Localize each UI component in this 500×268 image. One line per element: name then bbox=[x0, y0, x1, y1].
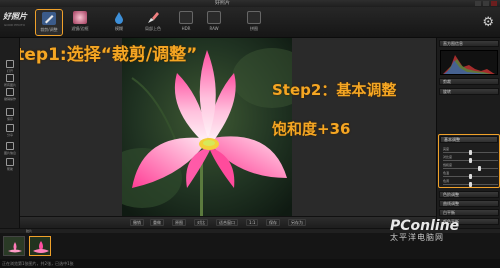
original-button[interactable]: 原图 bbox=[172, 219, 186, 226]
sidebar-item-label: 分享 bbox=[6, 133, 13, 137]
collage-icon bbox=[247, 11, 261, 24]
settings-gear-icon[interactable]: ⚙ bbox=[482, 15, 494, 30]
tool-label: 裁剪/调整 bbox=[40, 27, 58, 32]
sidebar-item-open[interactable]: 打开 bbox=[2, 60, 18, 73]
filter-icon bbox=[73, 11, 87, 24]
section-white-balance[interactable]: 白平衡 bbox=[439, 209, 499, 216]
tool-filter-frame[interactable]: 滤镜/边框 bbox=[66, 9, 94, 36]
image-canvas[interactable]: Step1:选择“裁剪/调整” Step2：基本调整 饱和度+36 bbox=[20, 38, 436, 216]
maximize-button[interactable] bbox=[483, 1, 489, 6]
undo-icon bbox=[6, 88, 14, 96]
section-crop[interactable]: 剪裁 bbox=[439, 78, 499, 85]
title-bar: 好照片 bbox=[0, 0, 500, 7]
folder-icon bbox=[6, 60, 14, 68]
sidebar-item-help[interactable]: 帮助 bbox=[2, 158, 18, 171]
redo-button[interactable]: 重做 bbox=[150, 219, 164, 226]
basic-adjust-panel: 基本调整 亮度对比度饱和度色温色调 bbox=[438, 134, 500, 188]
fit-window-button[interactable]: 适合窗口 bbox=[216, 219, 238, 226]
sidebar-item-label: 帮助 bbox=[6, 167, 13, 171]
tool-label: RAW bbox=[209, 26, 219, 31]
histogram bbox=[440, 50, 498, 75]
help-icon bbox=[6, 158, 14, 166]
actual-size-button[interactable]: 1:1 bbox=[246, 219, 259, 226]
slider-0[interactable]: 亮度 bbox=[443, 147, 498, 155]
section-levels[interactable]: 色阶调整 bbox=[439, 191, 499, 198]
tool-label: 模糊 bbox=[115, 26, 123, 31]
slider-1[interactable]: 对比度 bbox=[443, 155, 498, 163]
slider-label: 亮度 bbox=[443, 147, 450, 151]
slider-3[interactable]: 色温 bbox=[443, 171, 498, 179]
slider-track[interactable] bbox=[443, 168, 498, 169]
slider-knob[interactable] bbox=[469, 182, 472, 187]
section-curves[interactable]: 曲线调整 bbox=[439, 200, 499, 207]
left-sidebar: 打开 所有图片 撤销操作 保存 分享 图片信息 帮助 bbox=[0, 38, 20, 228]
sidebar-item-label: 所有图片 bbox=[3, 83, 16, 87]
grid-icon bbox=[6, 74, 14, 82]
step2-annotation: Step2：基本调整 bbox=[272, 81, 397, 99]
pconline-watermark: PConline 太平洋电脑网 bbox=[390, 218, 459, 243]
histogram-header[interactable]: 直方图信息 bbox=[439, 40, 499, 47]
save-as-button[interactable]: 另存为 bbox=[288, 219, 306, 226]
window-controls bbox=[475, 1, 497, 6]
tool-hdr[interactable]: HDR bbox=[172, 9, 200, 36]
sidebar-item-label: 保存 bbox=[6, 117, 13, 121]
tool-crop-adjust[interactable]: 裁剪/调整 bbox=[35, 9, 63, 36]
close-button[interactable] bbox=[491, 1, 497, 6]
slider-label: 色调 bbox=[443, 179, 450, 183]
tool-label: 局部上色 bbox=[145, 26, 161, 31]
right-panel: 直方图信息 剪裁 旋转 基本调整 亮度 对比度 饱和度 色温 色调 色阶调整 曲线调整 … bbox=[436, 38, 500, 228]
tool-blur[interactable]: 模糊 bbox=[105, 9, 133, 36]
slider-4[interactable]: 色调 bbox=[443, 179, 498, 187]
section-basic-adjust[interactable]: 基本调整 bbox=[440, 136, 498, 143]
save-icon bbox=[6, 108, 14, 116]
tool-label: HDR bbox=[181, 26, 191, 31]
undo-button[interactable]: 撤销 bbox=[130, 219, 144, 226]
sidebar-item-info[interactable]: 图片信息 bbox=[2, 142, 18, 155]
brush-icon bbox=[146, 11, 160, 24]
slider-label: 色温 bbox=[443, 171, 450, 175]
window-title: 好照片 bbox=[215, 0, 231, 6]
thumbnail-selected[interactable] bbox=[29, 236, 51, 256]
tool-collage[interactable]: 拼图 bbox=[240, 9, 268, 36]
status-bar: 正在浏览第1张图片，共2张，已选中1张 bbox=[0, 259, 500, 268]
pencil-icon bbox=[42, 12, 56, 25]
tool-raw[interactable]: RAW bbox=[200, 9, 228, 36]
sidebar-item-undo[interactable]: 撤销操作 bbox=[2, 88, 18, 101]
slider-2[interactable]: 饱和度 bbox=[443, 163, 498, 171]
slider-label: 饱和度 bbox=[443, 163, 453, 167]
hdr-icon bbox=[179, 11, 193, 24]
step1-annotation: Step1:选择“裁剪/调整” bbox=[20, 45, 198, 65]
app-logo-subtitle: GOOD PHOTO bbox=[4, 23, 25, 27]
slider-label: 对比度 bbox=[443, 155, 453, 159]
compare-button[interactable]: 对比 bbox=[194, 219, 208, 226]
blur-drop-icon bbox=[112, 11, 126, 24]
tool-label: 拼图 bbox=[250, 26, 258, 31]
sidebar-item-label: 打开 bbox=[6, 69, 13, 73]
sidebar-item-label: 图片信息 bbox=[3, 151, 16, 155]
app-logo: 好照片 bbox=[3, 12, 27, 21]
section-rotate[interactable]: 旋转 bbox=[439, 88, 499, 95]
info-icon bbox=[6, 142, 14, 150]
share-icon bbox=[6, 124, 14, 132]
sidebar-item-label: 撤销操作 bbox=[3, 97, 16, 101]
saturation-annotation: 饱和度+36 bbox=[272, 120, 351, 138]
tool-local-color[interactable]: 局部上色 bbox=[139, 9, 167, 36]
raw-icon bbox=[207, 11, 221, 24]
save-button[interactable]: 保存 bbox=[266, 219, 280, 226]
sidebar-item-share[interactable]: 分享 bbox=[2, 124, 18, 137]
sidebar-item-save[interactable]: 保存 bbox=[2, 108, 18, 121]
sidebar-item-all-photos[interactable]: 所有图片 bbox=[2, 74, 18, 87]
main-toolbar: 好照片 GOOD PHOTO 裁剪/调整 滤镜/边框 模糊 局部上色 HDR R… bbox=[0, 7, 500, 38]
minimize-button[interactable] bbox=[475, 1, 481, 6]
tool-label: 滤镜/边框 bbox=[71, 26, 89, 31]
bottom-toolbar: 撤销 重做 原图 对比 适合窗口 1:1 保存 另存为 bbox=[20, 216, 436, 228]
thumbnail[interactable] bbox=[3, 236, 25, 256]
